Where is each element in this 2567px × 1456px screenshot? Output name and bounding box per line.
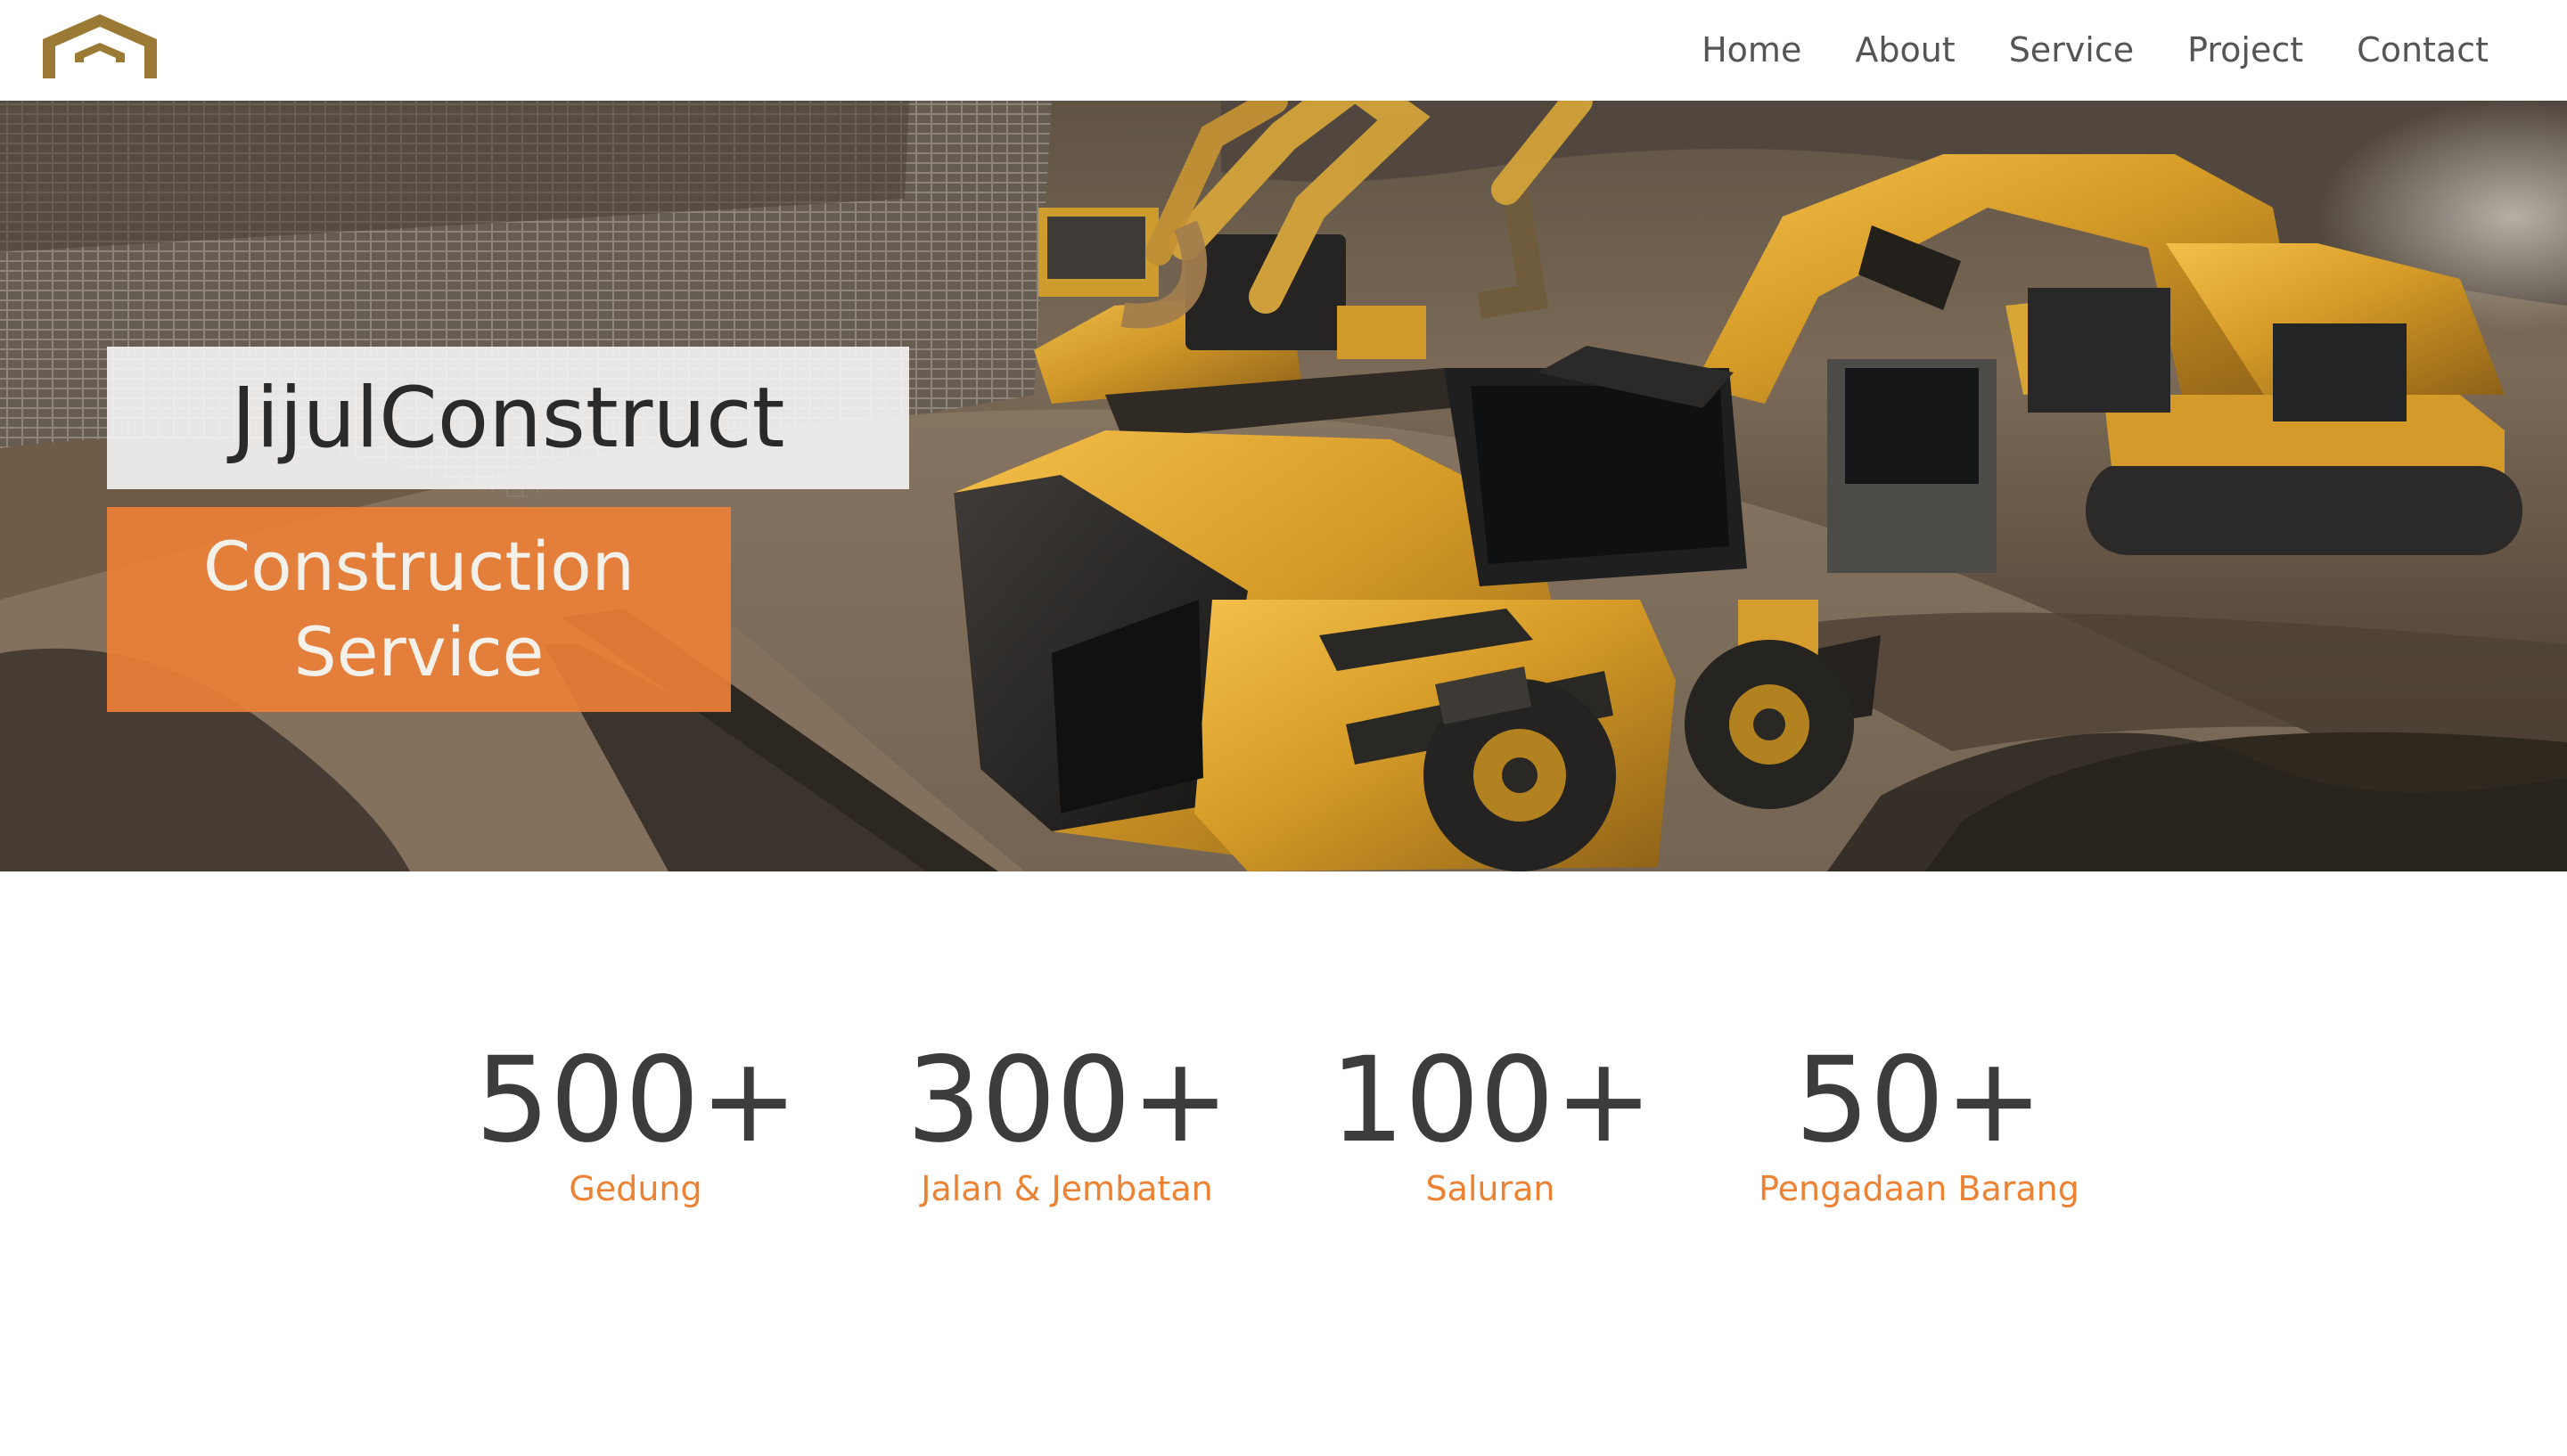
site-navbar: Home About Service Project Contact [0, 0, 2567, 101]
stat-roads-bridges: 300+ Jalan & Jembatan [906, 1032, 1230, 1212]
nav-contact-link[interactable]: Contact [2357, 20, 2489, 80]
house-logo-icon[interactable] [39, 11, 160, 82]
stat-label: Jalan & Jembatan [921, 1169, 1213, 1208]
hero-title: JijulConstruct [231, 369, 785, 467]
stat-label: Pengadaan Barang [1759, 1169, 2079, 1208]
nav-home-link[interactable]: Home [1702, 20, 1801, 80]
nav-about-link[interactable]: About [1855, 20, 1955, 80]
hero-title-box: JijulConstruct [107, 347, 909, 489]
stat-value: 100+ [1330, 1032, 1653, 1169]
stat-label: Gedung [569, 1169, 702, 1208]
stat-label: Saluran [1425, 1169, 1555, 1208]
hero-section: JijulConstruct Construction Service [0, 101, 2567, 871]
stat-value: 500+ [475, 1032, 799, 1169]
stat-value: 50+ [1794, 1032, 2044, 1169]
hero-subtitle: Construction Service [203, 527, 635, 691]
stat-buildings: 500+ Gedung [475, 1032, 799, 1212]
stats-section: 500+ Gedung 300+ Jalan & Jembatan 100+ S… [0, 1034, 2567, 1301]
nav-service-link[interactable]: Service [2009, 20, 2134, 80]
stat-procurement: 50+ Pengadaan Barang [1759, 1034, 2079, 1212]
main-navigation: Home About Service Project Contact [1702, 20, 2489, 80]
stat-value: 300+ [906, 1032, 1230, 1169]
service-label-box: Construction Service [107, 507, 731, 712]
stat-channels: 100+ Saluran [1330, 1032, 1653, 1212]
nav-project-link[interactable]: Project [2187, 20, 2303, 80]
